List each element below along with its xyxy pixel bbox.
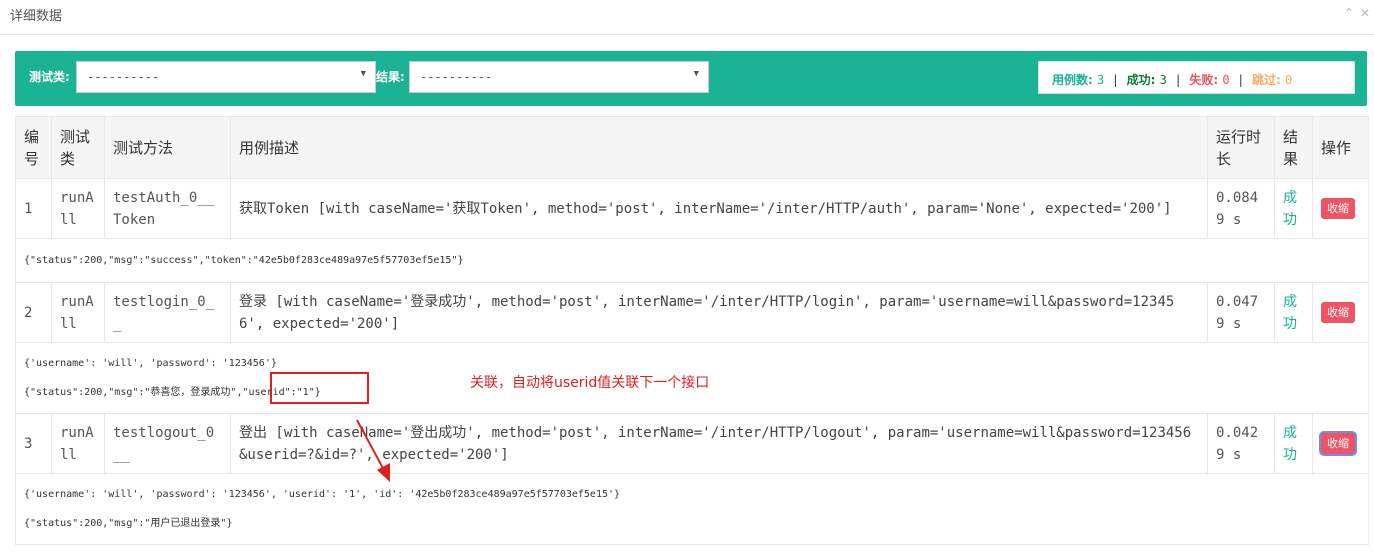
annotation-arrow-icon [356, 419, 390, 482]
